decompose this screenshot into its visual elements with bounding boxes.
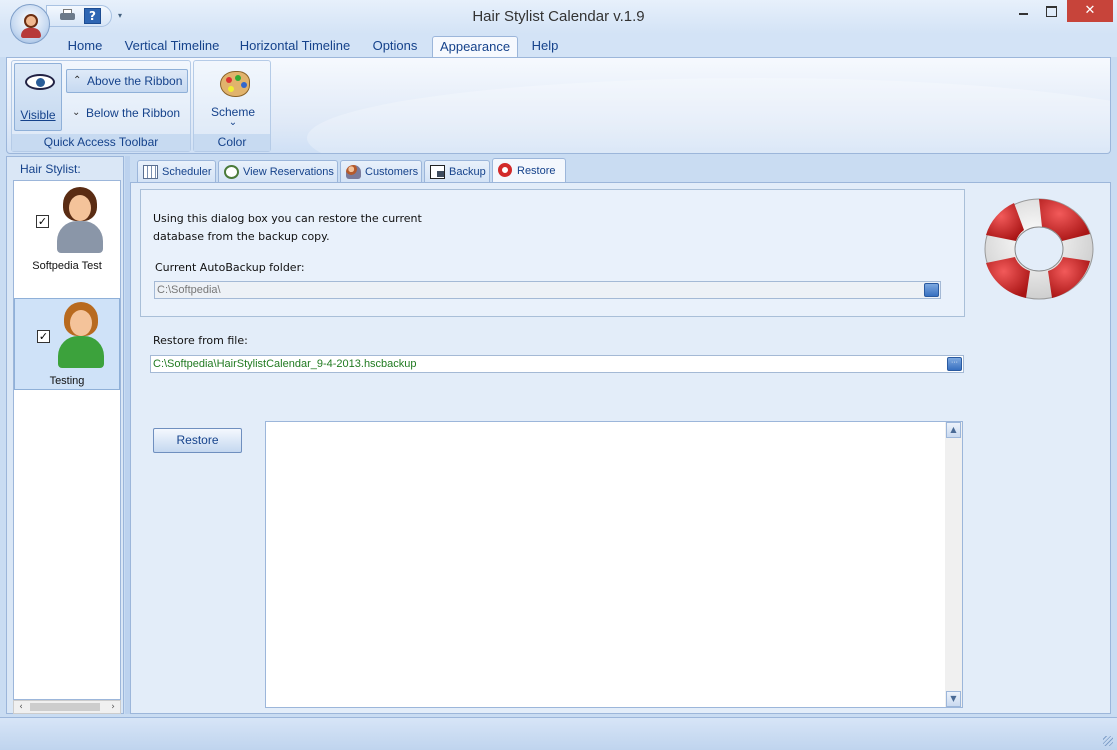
tab-customers-label: Customers xyxy=(365,166,419,178)
stylist-list-scrollbar[interactable]: ‹ › xyxy=(13,700,121,714)
below-the-ribbon-button[interactable]: ⌄ Below the Ribbon xyxy=(66,102,188,126)
scroll-thumb[interactable] xyxy=(30,703,100,711)
eye-icon xyxy=(25,74,55,90)
stylist-logo-icon xyxy=(24,14,38,28)
stylist-avatar-icon xyxy=(58,302,104,370)
tab-customers[interactable]: Customers xyxy=(340,160,422,183)
tab-vertical-timeline[interactable]: Vertical Timeline xyxy=(120,36,224,57)
calendar-grid-icon xyxy=(143,165,158,179)
stylist-checkbox[interactable]: ✓ xyxy=(36,215,49,228)
lifebuoy-icon xyxy=(498,163,512,177)
tab-scheduler[interactable]: Scheduler xyxy=(137,160,216,183)
tab-backup[interactable]: Backup xyxy=(424,160,490,183)
intro-text-line-1: Using this dialog box you can restore th… xyxy=(153,212,422,225)
stylist-name: Testing xyxy=(49,375,85,387)
visible-label: Visible xyxy=(20,108,56,122)
autobackup-folder-value: C:\Softpedia\ xyxy=(157,284,221,296)
group-quick-access-toolbar: Visible ⌃ Above the Ribbon ⌄ Below the R… xyxy=(11,60,191,152)
stylist-item[interactable]: ✓ Softpedia Test xyxy=(14,183,120,275)
window-title: Hair Stylist Calendar v.1.9 xyxy=(472,8,645,25)
minimize-button[interactable] xyxy=(1010,0,1036,22)
stylist-avatar-icon xyxy=(57,187,103,255)
tab-help[interactable]: Help xyxy=(524,36,566,57)
tab-restore[interactable]: Restore xyxy=(492,158,566,183)
tab-restore-label: Restore xyxy=(517,165,556,177)
autobackup-groupbox: Using this dialog box you can restore th… xyxy=(140,189,965,317)
chevron-down-icon: ⌄ xyxy=(72,107,81,118)
tab-appearance[interactable]: Appearance xyxy=(432,36,518,57)
stylist-list: ✓ Softpedia Test ✓ Testing xyxy=(13,180,121,700)
quick-access-toolbar-group-label: Quick Access Toolbar xyxy=(12,134,190,151)
scroll-down-icon[interactable]: ▼ xyxy=(946,691,961,707)
hair-stylist-panel: Hair Stylist: ✓ Softpedia Test ✓ Testing… xyxy=(6,156,124,714)
stylist-name: Softpedia Test xyxy=(32,260,102,272)
log-scrollbar[interactable]: ▲ ▼ xyxy=(945,422,962,707)
tab-horizontal-timeline[interactable]: Horizontal Timeline xyxy=(234,36,356,57)
stylist-checkbox[interactable]: ✓ xyxy=(37,330,50,343)
tab-view-reservations-label: View Reservations xyxy=(243,166,334,178)
scroll-left-icon[interactable]: ‹ xyxy=(14,701,28,713)
close-button[interactable]: ✕ xyxy=(1067,0,1113,22)
restore-from-file-label: Restore from file: xyxy=(153,334,248,347)
content-tab-bar: Scheduler View Reservations Customers Ba… xyxy=(134,158,1111,183)
lifebuoy-icon xyxy=(984,198,1094,300)
app-menu-button[interactable] xyxy=(10,4,50,44)
above-the-ribbon-label: Above the Ribbon xyxy=(87,74,183,88)
restore-log-box[interactable]: ▲ ▼ xyxy=(265,421,963,708)
palette-icon xyxy=(220,71,250,97)
clock-icon xyxy=(224,165,239,179)
intro-text-line-2: database from the backup copy. xyxy=(153,230,330,243)
scroll-up-icon[interactable]: ▲ xyxy=(946,422,961,438)
autobackup-browse-button xyxy=(924,283,939,297)
tab-view-reservations[interactable]: View Reservations xyxy=(218,160,338,183)
restore-button[interactable]: Restore xyxy=(153,428,242,453)
maximize-button[interactable] xyxy=(1038,0,1064,22)
tab-backup-label: Backup xyxy=(449,166,486,178)
scheme-dropdown-button[interactable]: Scheme ⌄ xyxy=(196,63,270,131)
ribbon-panel: Visible ⌃ Above the Ribbon ⌄ Below the R… xyxy=(6,57,1111,154)
below-the-ribbon-label: Below the Ribbon xyxy=(86,106,181,120)
title-bar: ? ▾ Hair Stylist Calendar v.1.9 ✕ xyxy=(0,0,1117,34)
restore-from-file-value: C:\Softpedia\HairStylistCalendar_9-4-201… xyxy=(153,358,417,370)
status-bar xyxy=(0,717,1117,750)
visible-button[interactable]: Visible xyxy=(14,63,62,131)
autobackup-folder-label: Current AutoBackup folder: xyxy=(155,261,305,274)
autobackup-folder-field: C:\Softpedia\ xyxy=(154,281,941,299)
tab-scheduler-label: Scheduler xyxy=(162,166,212,178)
stylist-item[interactable]: ✓ Testing xyxy=(14,298,120,390)
browse-file-button[interactable]: ··· xyxy=(947,357,962,371)
scroll-right-icon[interactable]: › xyxy=(106,701,120,713)
people-icon xyxy=(346,165,361,179)
tab-options[interactable]: Options xyxy=(364,36,426,57)
group-color-scheme: Scheme ⌄ Color Scheme xyxy=(193,60,271,153)
tab-home[interactable]: Home xyxy=(58,36,112,57)
floppy-disk-icon xyxy=(430,165,445,179)
restore-from-file-field[interactable]: C:\Softpedia\HairStylistCalendar_9-4-201… xyxy=(150,355,964,373)
hair-stylist-header: Hair Stylist: xyxy=(20,162,81,176)
above-the-ribbon-button[interactable]: ⌃ Above the Ribbon xyxy=(66,69,188,93)
restore-page: Using this dialog box you can restore th… xyxy=(130,182,1111,714)
ribbon-tab-bar: Home Vertical Timeline Horizontal Timeli… xyxy=(0,34,1117,57)
chevron-up-icon: ⌃ xyxy=(73,75,82,86)
color-scheme-group-label: Color Scheme xyxy=(194,134,270,153)
chevron-down-icon: ⌄ xyxy=(228,117,238,128)
resize-grip-icon[interactable] xyxy=(1103,736,1113,746)
